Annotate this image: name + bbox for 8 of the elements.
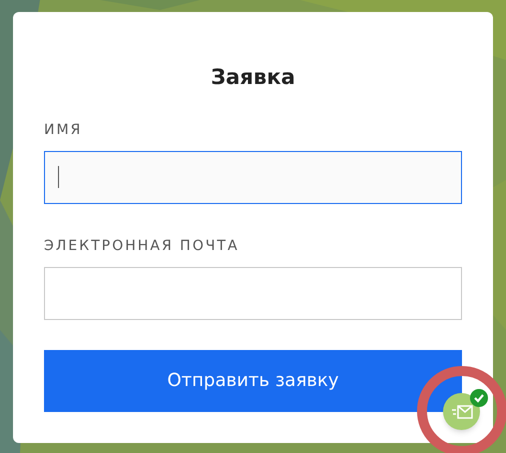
field-label: ИМЯ — [44, 120, 82, 140]
field-label: ЭЛЕКТРОННАЯ ПОЧТА — [44, 236, 240, 256]
submit-button[interactable]: Отправить заявку — [44, 350, 462, 412]
text-cursor — [58, 166, 59, 188]
form-title: Заявка — [210, 64, 296, 91]
envelope-icon — [450, 404, 472, 418]
input-field[interactable] — [44, 150, 462, 204]
input-field[interactable] — [44, 266, 462, 320]
